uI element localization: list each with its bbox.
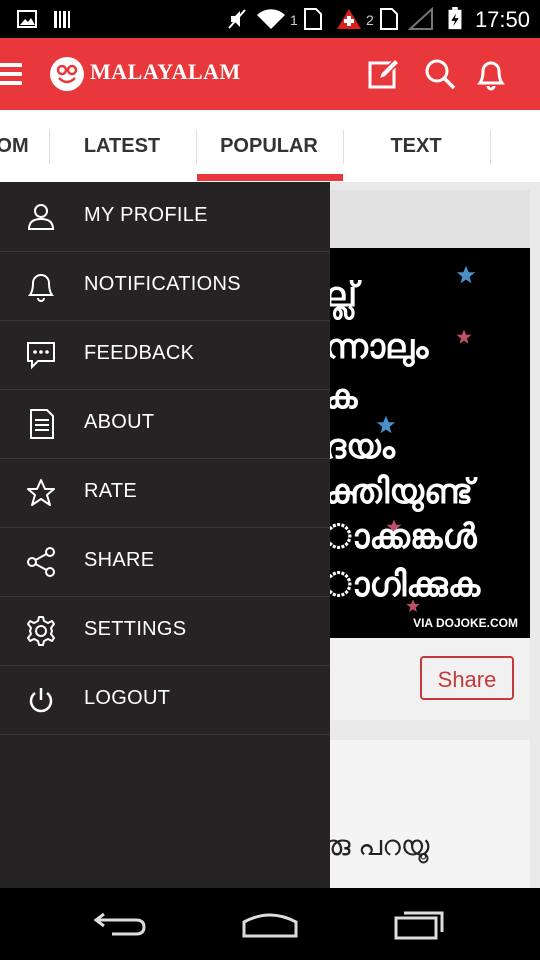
image-text-line: ദയം	[325, 428, 396, 466]
image-text-line: ക്തിയുണ്ട്	[325, 473, 474, 511]
power-icon	[29, 688, 53, 713]
gear-icon	[27, 616, 55, 646]
app-title: MALAYALAM	[90, 59, 241, 84]
drawer-item-logout[interactable]: LOGOUT	[0, 665, 330, 735]
post-image[interactable]: ല്ല് ന്നാലും ക ദയം ക്തിയുണ്ട് ാക്കങ്കൾ ാ…	[305, 248, 530, 638]
drawer-item-label: MY PROFILE	[84, 204, 208, 226]
drawer-item-rate[interactable]: RATE	[0, 458, 330, 528]
wifi-icon	[257, 9, 285, 29]
search-icon[interactable]	[423, 57, 457, 91]
drawer-item-label: FEEDBACK	[84, 342, 195, 364]
battery-icon	[448, 7, 462, 30]
post-card: ല്ല് ന്നാലും ക ദയം ക്തിയുണ്ട് ാക്കങ്കൾ ാ…	[305, 190, 530, 720]
drawer-item-notifications[interactable]: NOTIFICATIONS	[0, 251, 330, 321]
signal-icon	[408, 7, 433, 30]
tab-text[interactable]: TEXT	[343, 110, 489, 182]
share-button[interactable]: Share	[420, 656, 514, 700]
drawer-item-label: LOGOUT	[84, 687, 171, 709]
image-text-line: ാക്കങ്കൾ	[325, 518, 477, 556]
tab-latest[interactable]: LATEST	[49, 110, 195, 182]
sim-card-icon	[380, 8, 398, 30]
post-text: രു പറയൂ	[323, 830, 430, 861]
barcode-icon	[54, 11, 70, 28]
image-text-line: ാഗിക്കുക	[325, 566, 481, 604]
drawer-item-label: RATE	[84, 480, 138, 502]
document-icon	[30, 409, 54, 439]
compose-icon[interactable]	[367, 57, 401, 91]
sim-card-icon	[304, 8, 322, 30]
watermark: VIA DOJOKE.COM	[413, 616, 518, 630]
star-decoration	[456, 265, 476, 284]
sim1-label: 1	[290, 12, 298, 28]
logo-icon	[50, 57, 84, 91]
sim2-label: 2	[366, 12, 374, 28]
share-icon	[27, 547, 55, 577]
active-tab-indicator	[197, 174, 343, 181]
back-icon[interactable]	[92, 906, 150, 942]
status-bar: 1 2 17:50	[0, 0, 540, 38]
system-nav-bar	[0, 888, 540, 960]
tab-partial[interactable]: OM	[0, 110, 35, 182]
post-card: രു പറയൂ	[305, 740, 530, 888]
mute-icon	[228, 9, 246, 29]
tab-divider	[490, 130, 491, 164]
gallery-icon	[17, 10, 37, 28]
feedback-icon	[27, 342, 55, 370]
app-bar: MALAYALAM	[0, 38, 540, 110]
drawer-item-settings[interactable]: SETTINGS	[0, 596, 330, 666]
warning-icon	[337, 9, 361, 29]
drawer-item-label: SHARE	[84, 549, 155, 571]
recent-apps-icon[interactable]	[392, 906, 450, 942]
tab-popular[interactable]: POPULAR	[196, 110, 342, 182]
post-header	[305, 190, 530, 248]
menu-icon[interactable]	[0, 63, 22, 85]
navigation-drawer: MY PROFILE NOTIFICATIONS FEEDBACK ABOUT …	[0, 182, 330, 888]
drawer-item-about[interactable]: ABOUT	[0, 389, 330, 459]
bell-icon	[28, 274, 54, 302]
image-text-line: ന്നാലും	[325, 328, 429, 366]
drawer-item-label: SETTINGS	[84, 618, 187, 640]
home-icon[interactable]	[240, 906, 300, 942]
notification-bell-icon[interactable]	[474, 57, 508, 91]
drawer-item-label: ABOUT	[84, 411, 155, 433]
clock: 17:50	[474, 7, 530, 32]
star-decoration	[456, 329, 472, 344]
star-icon	[27, 479, 55, 506]
drawer-item-my-profile[interactable]: MY PROFILE	[0, 182, 330, 252]
category-tabs: OM LATEST POPULAR TEXT	[0, 110, 540, 183]
drawer-item-feedback[interactable]: FEEDBACK	[0, 320, 330, 390]
drawer-item-share[interactable]: SHARE	[0, 527, 330, 597]
profile-icon	[27, 204, 55, 230]
drawer-item-label: NOTIFICATIONS	[84, 273, 241, 295]
